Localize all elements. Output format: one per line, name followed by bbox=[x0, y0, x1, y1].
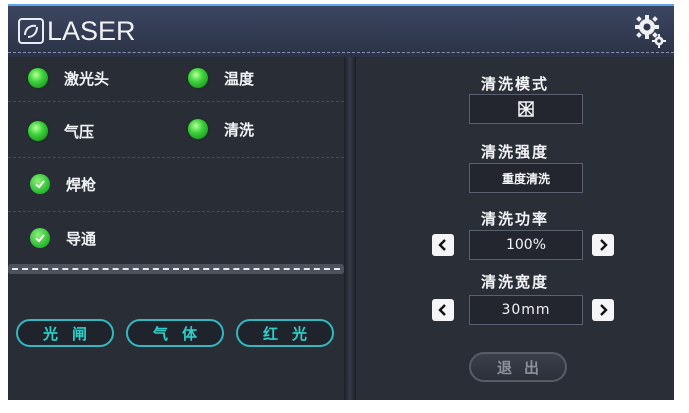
header-stitch-line bbox=[8, 52, 674, 53]
laser-control-screen: LASER 激光头 温度 气压 清洗 焊枪 导通 光闸 气体 红光 清洗模式 清… bbox=[8, 4, 674, 400]
light-gate-button[interactable]: 光闸 bbox=[16, 319, 114, 347]
green-led-icon bbox=[188, 68, 208, 88]
green-led-icon bbox=[28, 68, 48, 88]
row-divider bbox=[8, 101, 344, 102]
red-light-button[interactable]: 红光 bbox=[236, 319, 334, 347]
power-decrease-button[interactable] bbox=[432, 234, 454, 256]
indicator-laser-head: 激光头 bbox=[28, 65, 109, 91]
power-increase-button[interactable] bbox=[592, 234, 614, 256]
settings-gear-icon[interactable] bbox=[634, 14, 666, 48]
panel-divider bbox=[344, 57, 356, 400]
gas-button[interactable]: 气体 bbox=[126, 319, 224, 347]
width-increase-button[interactable] bbox=[592, 299, 614, 321]
indicator-label: 激光头 bbox=[64, 69, 110, 88]
width-decrease-button[interactable] bbox=[432, 299, 454, 321]
cleaning-mode-selector[interactable] bbox=[469, 94, 583, 124]
indicator-air-pressure: 气压 bbox=[28, 118, 94, 144]
mode-pattern-icon bbox=[518, 101, 534, 117]
decorative-rail bbox=[8, 264, 344, 274]
check-circle-icon bbox=[30, 228, 50, 248]
chevron-left-icon bbox=[438, 239, 446, 251]
logo-text: LASER bbox=[47, 15, 136, 46]
chevron-right-icon bbox=[600, 239, 608, 251]
chevron-left-icon bbox=[438, 304, 446, 316]
indicator-welding-gun: 焊枪 bbox=[30, 171, 96, 197]
cleaning-width-value[interactable]: 30mm bbox=[469, 295, 583, 325]
cleaning-power-title: 清洗功率 bbox=[480, 210, 549, 228]
cleaning-intensity-value[interactable]: 重度清洗 bbox=[469, 163, 583, 193]
indicator-label: 气压 bbox=[64, 122, 95, 141]
indicator-label: 清洗 bbox=[224, 120, 255, 139]
indicator-label: 温度 bbox=[224, 69, 255, 88]
cleaning-power-value[interactable]: 100% bbox=[469, 230, 583, 260]
brand-logo: LASER bbox=[18, 16, 136, 46]
green-led-icon bbox=[28, 121, 48, 141]
header-bar: LASER bbox=[8, 4, 674, 59]
cleaning-intensity-title: 清洗强度 bbox=[480, 143, 549, 161]
indicator-temperature: 温度 bbox=[188, 65, 254, 91]
indicator-label: 焊枪 bbox=[66, 175, 97, 194]
settings-panel: 清洗模式 清洗强度 重度清洗 清洗功率 100% 清洗宽度 30mm 退出 bbox=[356, 57, 674, 400]
indicator-conduction: 导通 bbox=[30, 225, 96, 251]
check-circle-icon bbox=[30, 174, 50, 194]
cleaning-width-title: 清洗宽度 bbox=[480, 273, 549, 291]
chevron-right-icon bbox=[600, 304, 608, 316]
row-divider bbox=[8, 211, 344, 212]
indicator-cleaning: 清洗 bbox=[188, 116, 254, 142]
indicator-label: 导通 bbox=[66, 229, 97, 248]
row-divider bbox=[8, 157, 344, 158]
green-led-icon bbox=[188, 119, 208, 139]
cleaning-mode-title: 清洗模式 bbox=[480, 75, 549, 93]
status-panel: 激光头 温度 气压 清洗 焊枪 导通 光闸 气体 红光 bbox=[8, 57, 344, 400]
logo-mark-icon bbox=[18, 18, 44, 44]
exit-button[interactable]: 退出 bbox=[469, 352, 567, 382]
